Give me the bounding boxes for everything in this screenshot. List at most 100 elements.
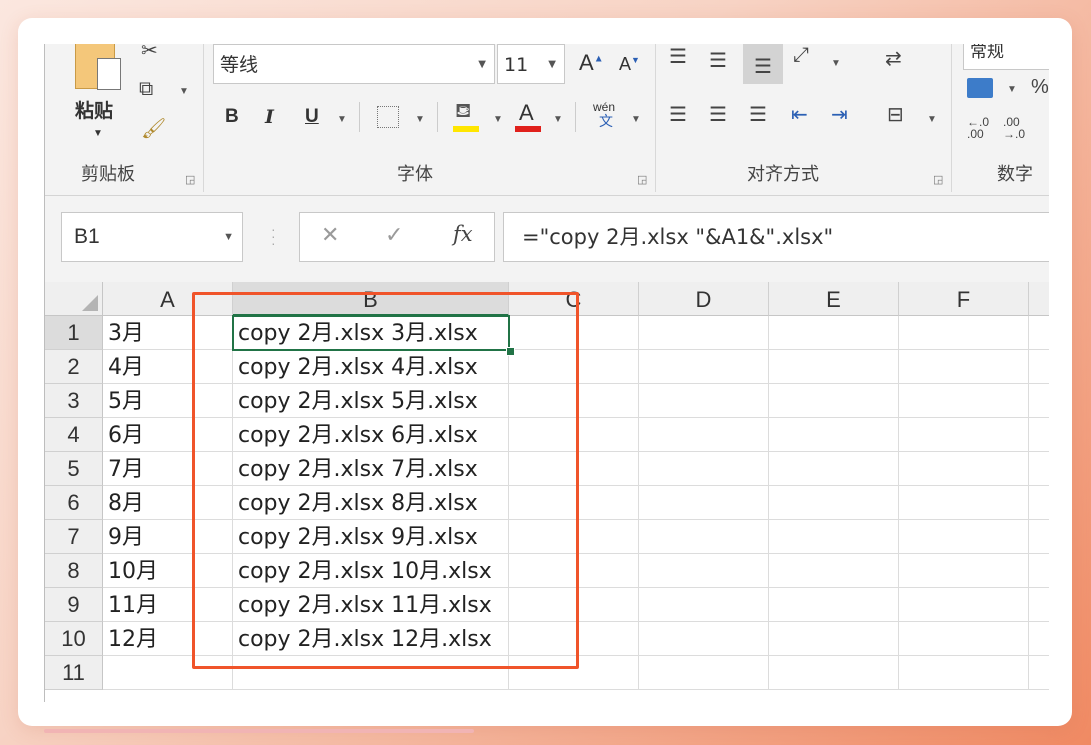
cell-empty[interactable] [1029, 418, 1049, 452]
cell-b[interactable]: copy 2月.xlsx 12月.xlsx [233, 622, 509, 656]
italic-button[interactable]: I [265, 106, 274, 128]
cell-empty[interactable] [899, 418, 1029, 452]
cell-empty[interactable] [769, 384, 899, 418]
merge-dropdown-icon[interactable]: ▼ [927, 114, 937, 125]
cell-a[interactable] [103, 656, 233, 690]
cancel-icon[interactable]: ✕ [321, 222, 339, 248]
cell-a[interactable]: 9月 [103, 520, 233, 554]
increase-font-icon[interactable]: A▲ [579, 50, 604, 76]
font-launcher-icon[interactable]: ◲ [637, 173, 647, 186]
cell-empty[interactable] [899, 384, 1029, 418]
cell-empty[interactable] [1029, 520, 1049, 554]
cell-empty[interactable] [639, 418, 769, 452]
cell-b[interactable]: copy 2月.xlsx 11月.xlsx [233, 588, 509, 622]
cell-empty[interactable] [509, 486, 639, 520]
cell-empty[interactable] [639, 656, 769, 690]
fill-handle[interactable] [506, 347, 515, 356]
cell-empty[interactable] [639, 384, 769, 418]
fill-color-dropdown-icon[interactable]: ▼ [493, 114, 503, 125]
cell-empty[interactable] [899, 588, 1029, 622]
currency-icon[interactable] [967, 78, 993, 98]
formula-input[interactable]: ="copy 2月.xlsx "&A1&".xlsx" [503, 212, 1049, 262]
row-header[interactable]: 6 [45, 486, 103, 520]
cell-empty[interactable] [509, 554, 639, 588]
cell-empty[interactable] [639, 452, 769, 486]
decrease-indent-icon[interactable]: ⇤ [791, 102, 808, 127]
cell-empty[interactable] [509, 418, 639, 452]
phonetic-icon[interactable]: wén 文 [593, 100, 615, 128]
increase-indent-icon[interactable]: ⇥ [831, 102, 848, 127]
cell-empty[interactable] [1029, 656, 1049, 690]
column-header-f[interactable]: F [899, 282, 1029, 316]
font-size-select[interactable]: 11 ▼ [497, 44, 565, 84]
format-painter-icon[interactable]: 🖌 [141, 116, 166, 141]
cell-empty[interactable] [639, 350, 769, 384]
orientation-dropdown-icon[interactable]: ▼ [831, 58, 841, 69]
cell-empty[interactable] [1029, 486, 1049, 520]
row-header[interactable]: 8 [45, 554, 103, 588]
cell-empty[interactable] [769, 452, 899, 486]
cell-a[interactable]: 6月 [103, 418, 233, 452]
cell-b[interactable]: copy 2月.xlsx 8月.xlsx [233, 486, 509, 520]
cell-empty[interactable] [639, 622, 769, 656]
cell-b[interactable]: copy 2月.xlsx 4月.xlsx [233, 350, 509, 384]
cell-empty[interactable] [899, 520, 1029, 554]
cell-empty[interactable] [899, 452, 1029, 486]
row-header[interactable]: 11 [45, 656, 103, 690]
copy-icon[interactable]: ⧉ [139, 78, 153, 101]
cell-empty[interactable] [509, 588, 639, 622]
cell-a[interactable]: 7月 [103, 452, 233, 486]
cell-a[interactable]: 5月 [103, 384, 233, 418]
row-header[interactable]: 1 [45, 316, 103, 350]
cell-empty[interactable] [509, 520, 639, 554]
clipboard-launcher-icon[interactable]: ◲ [185, 173, 195, 186]
fill-color-icon[interactable]: ⛾ [455, 100, 471, 125]
cell-empty[interactable] [639, 520, 769, 554]
cell-empty[interactable] [639, 316, 769, 350]
cell-empty[interactable] [899, 554, 1029, 588]
align-center-icon[interactable]: ☰ [709, 102, 727, 127]
cell-empty[interactable] [509, 656, 639, 690]
cell-empty[interactable] [1029, 384, 1049, 418]
column-header-c[interactable]: C [509, 282, 639, 316]
enter-icon[interactable]: ✓ [385, 222, 403, 248]
phonetic-dropdown-icon[interactable]: ▼ [631, 114, 641, 125]
orientation-icon[interactable]: ⤢ [793, 44, 809, 67]
drag-handle-icon[interactable]: · · · [271, 222, 276, 250]
cell-empty[interactable] [1029, 316, 1049, 350]
cell-empty[interactable] [1029, 588, 1049, 622]
cell-empty[interactable] [509, 452, 639, 486]
borders-dropdown-icon[interactable]: ▼ [415, 114, 425, 125]
cell-empty[interactable] [639, 588, 769, 622]
align-top-icon[interactable]: ☰ [669, 44, 687, 69]
column-header-e[interactable]: E [769, 282, 899, 316]
row-header[interactable]: 3 [45, 384, 103, 418]
cell-b[interactable]: copy 2月.xlsx 6月.xlsx [233, 418, 509, 452]
cell-empty[interactable] [769, 656, 899, 690]
row-header[interactable]: 5 [45, 452, 103, 486]
align-left-icon[interactable]: ☰ [669, 102, 687, 127]
name-box[interactable]: B1 ▼ [61, 212, 243, 262]
font-name-select[interactable]: 等线 ▼ [213, 44, 495, 84]
cell-empty[interactable] [509, 622, 639, 656]
cell-a[interactable]: 11月 [103, 588, 233, 622]
merge-center-icon[interactable]: ⊟ [887, 102, 904, 127]
percent-icon[interactable]: % [1031, 76, 1049, 99]
increase-decimal-icon[interactable]: ←.0.00 [967, 116, 989, 140]
underline-dropdown-icon[interactable]: ▼ [337, 114, 347, 125]
row-header[interactable]: 4 [45, 418, 103, 452]
cell-empty[interactable] [769, 350, 899, 384]
cell-a[interactable]: 4月 [103, 350, 233, 384]
align-middle-icon[interactable]: ☰ [709, 48, 727, 73]
row-header[interactable]: 2 [45, 350, 103, 384]
column-header-d[interactable]: D [639, 282, 769, 316]
cell-empty[interactable] [1029, 622, 1049, 656]
cell-empty[interactable] [1029, 452, 1049, 486]
currency-dropdown-icon[interactable]: ▼ [1007, 84, 1017, 95]
decrease-decimal-icon[interactable]: .00 →.0 [1003, 116, 1025, 140]
cell-empty[interactable] [899, 622, 1029, 656]
cell-empty[interactable] [899, 350, 1029, 384]
cell-empty[interactable] [769, 588, 899, 622]
cell-empty[interactable] [899, 486, 1029, 520]
column-header-b[interactable]: B [233, 282, 509, 316]
